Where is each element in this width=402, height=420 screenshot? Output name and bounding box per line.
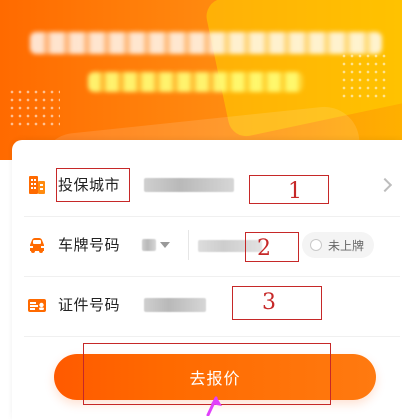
car-icon [26,234,48,256]
radio-circle-icon [310,239,322,251]
annotation-box-2 [245,232,299,262]
unregistered-toggle[interactable]: 未上牌 [302,232,375,258]
plate-prefix-select[interactable] [142,239,156,251]
annotation-box-3 [232,286,322,320]
chevron-right-icon[interactable] [377,177,393,193]
chevron-down-icon[interactable] [160,242,170,248]
banner-dot-pattern [340,52,386,98]
id-number-label: 证件号码 [58,296,121,314]
building-icon [26,174,48,196]
annotation-label-3: 3 [262,290,276,315]
banner-dot-pattern [8,88,60,128]
annotation-label-2: 2 [257,236,271,261]
top-banner [0,0,402,160]
id-number-input[interactable] [144,298,206,312]
unregistered-toggle-label: 未上牌 [328,238,365,253]
insured-city-value [144,178,234,192]
annotation-label-1: 1 [288,179,302,204]
plate-number-label: 车牌号码 [58,236,121,254]
banner-blurred-subtitle [88,72,303,92]
id-number-row: 证件号码 [12,276,402,336]
annotation-box-city-label [56,168,130,202]
id-card-icon [26,294,48,316]
row-divider [24,336,400,337]
pointer-arrow-icon [202,392,232,417]
plate-number-row: 车牌号码 未上牌 [12,216,402,276]
field-separator [188,230,189,260]
banner-blurred-title [30,32,382,54]
